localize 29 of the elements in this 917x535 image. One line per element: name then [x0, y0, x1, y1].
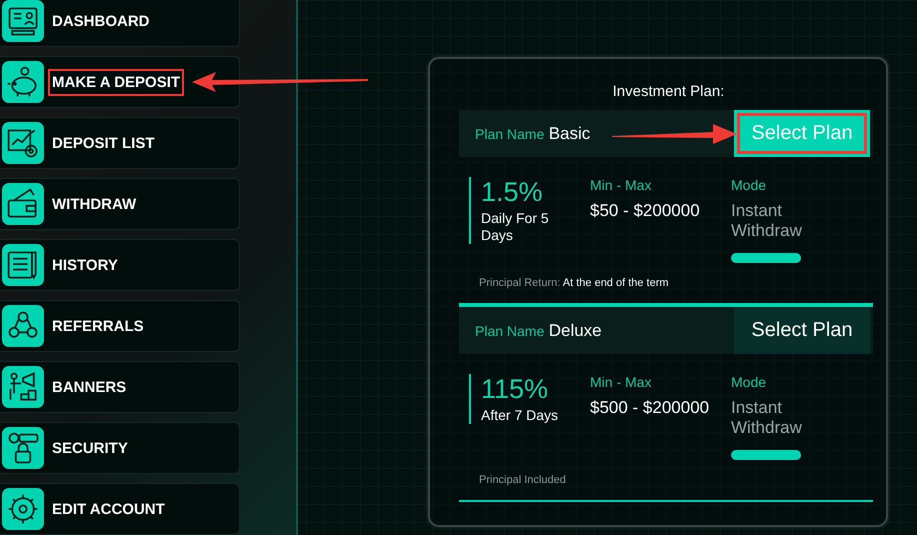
principal-text: Principal Return: At the end of the term: [478, 276, 670, 291]
sidebar-item[interactable]: HISTORY: [0, 239, 240, 291]
sidebar-item[interactable]: BANNERS: [0, 361, 240, 413]
sidebar-item[interactable]: SECURITY: [0, 422, 240, 474]
plan-name: Plan Name Basic: [475, 124, 590, 144]
range-label: Min - Max: [590, 177, 652, 193]
sidebar-item[interactable]: DEPOSIT LIST: [0, 117, 240, 169]
sidebar-item[interactable]: DASHBOARD: [0, 0, 240, 47]
mode-pill: [731, 450, 801, 460]
mode-value: Instant Withdraw: [731, 201, 803, 241]
sidebar-item[interactable]: MAKE A DEPOSIT: [0, 56, 240, 108]
principal-text: Principal Included: [478, 473, 567, 488]
mode-pill: [731, 253, 801, 263]
select-plan-button[interactable]: Select Plan: [734, 307, 870, 354]
range-label: Min - Max: [590, 374, 652, 390]
term-text: After 7 Days: [481, 407, 560, 424]
mode-label: Mode: [731, 177, 768, 193]
sidebar-item[interactable]: WITHDRAW: [0, 178, 240, 230]
sidebar-item[interactable]: REFERRALS: [0, 300, 240, 352]
rate-value: 1.5%: [481, 177, 544, 208]
plan-name: Plan Name Deluxe: [475, 320, 602, 340]
term-text: Daily For 5 Days: [481, 210, 550, 244]
mode-label: Mode: [731, 374, 768, 390]
range-value: $500 - $200000: [590, 398, 710, 418]
rate-value: 115%: [481, 374, 550, 405]
range-value: $50 - $200000: [590, 201, 701, 221]
sidebar-item[interactable]: EDIT ACCOUNT: [0, 483, 240, 535]
mode-value: Instant Withdraw: [731, 398, 803, 438]
section-title: Investment Plan:: [612, 83, 726, 100]
